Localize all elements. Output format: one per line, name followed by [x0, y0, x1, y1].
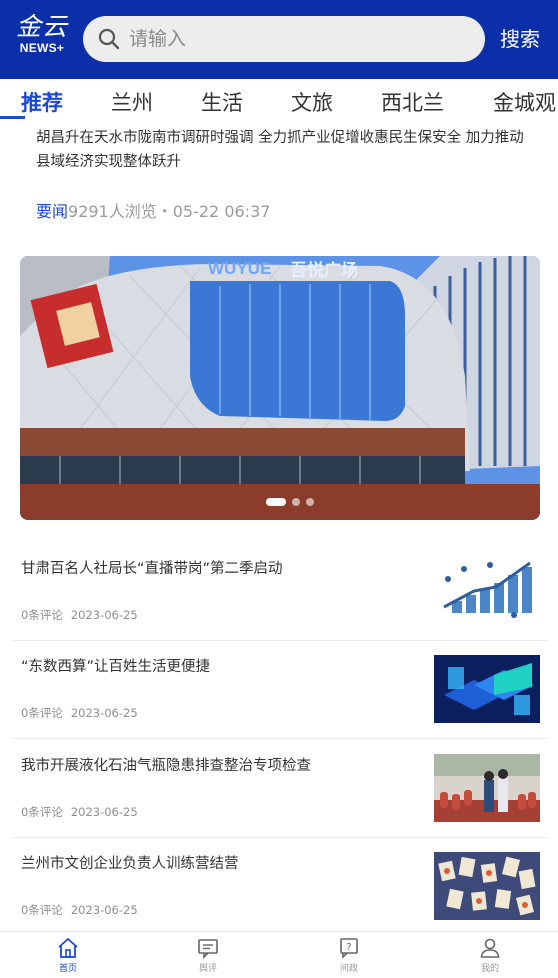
news-date: 2023-06-25: [70, 805, 138, 819]
headline-meta: 要闻9291人浏览・05-22 06:37: [36, 200, 270, 224]
bottom-nav-bar: 首页 舆评 ? 问政 我的: [0, 931, 558, 978]
news-item[interactable]: 兰州市文创企业负责人训练营结营 0条评论 2023-06-25: [12, 838, 548, 936]
news-meta: 0条评论 2023-06-25: [21, 607, 138, 623]
search-button[interactable]: 搜索: [500, 24, 540, 54]
search-bar[interactable]: [83, 16, 485, 62]
tab-culture-travel[interactable]: 文旅: [291, 87, 333, 119]
news-date: 2023-06-25: [70, 706, 138, 720]
carousel-dot[interactable]: [306, 498, 314, 506]
nav-comment[interactable]: 舆评: [168, 936, 248, 978]
home-icon: [58, 938, 78, 958]
nav-inquiry[interactable]: ? 问政: [309, 936, 389, 978]
carousel-dot-active[interactable]: [266, 498, 286, 506]
news-comments: 0条评论: [21, 903, 63, 917]
active-tab-indicator: [0, 116, 25, 119]
news-title: 兰州市文创企业负责人训练营结营: [21, 856, 239, 872]
news-title: 我市开展液化石油气瓶隐患排查整治专项检查: [21, 758, 311, 774]
gas-cylinder-inspection-photo: [434, 754, 540, 822]
carousel-indicator: [266, 498, 314, 506]
news-title: “东数西算”让百姓生活更便捷: [21, 659, 211, 675]
tab-lanzhou[interactable]: 兰州: [111, 87, 153, 119]
question-icon: ?: [340, 938, 358, 959]
nav-profile[interactable]: 我的: [450, 936, 530, 978]
news-item[interactable]: “东数西算”让百姓生活更便捷 0条评论 2023-06-25: [12, 641, 548, 739]
search-input[interactable]: [129, 28, 469, 50]
tab-xibeilan[interactable]: 西北兰: [381, 87, 444, 119]
news-meta: 0条评论 2023-06-25: [21, 705, 138, 721]
news-meta: 0条评论 2023-06-25: [21, 902, 138, 918]
carousel-dot[interactable]: [292, 498, 300, 506]
logo-text: 金云: [15, 12, 68, 41]
news-comments: 0条评论: [21, 608, 63, 622]
headline-tag: 要闻: [36, 202, 69, 221]
nav-inquiry-label: 问政: [339, 964, 358, 974]
headline-views-time: 9291人浏览・05-22 06:37: [68, 202, 271, 221]
logo-subtext: NEWS+: [19, 41, 65, 55]
chat-icon: [198, 939, 218, 959]
nav-comment-label: 舆评: [198, 964, 217, 974]
news-comments: 0条评论: [21, 805, 63, 819]
banner-image: WUYUE 吾悦广场: [20, 256, 540, 520]
search-icon: [98, 28, 120, 50]
nav-profile-label: 我的: [480, 964, 499, 974]
svg-text:WUYUE: WUYUE: [208, 259, 271, 278]
tab-recommend[interactable]: 推荐: [21, 87, 63, 119]
top-header: 金云 NEWS+ 搜索: [0, 0, 558, 79]
news-date: 2023-06-25: [70, 608, 138, 622]
app-logo: 金云 NEWS+: [10, 14, 74, 58]
user-icon: [480, 938, 500, 958]
news-meta: 0条评论 2023-06-25: [21, 804, 138, 820]
cultural-products-photo: [434, 852, 540, 920]
nav-home-label: 首页: [58, 964, 77, 974]
news-item[interactable]: 甘肃百名人社局长“直播带岗”第二季启动 0条评论 2023-06-25: [12, 543, 548, 641]
category-tabs: 推荐 兰州 生活 文旅 西北兰 金城观: [0, 79, 558, 119]
news-title: 甘肃百名人社局长“直播带岗”第二季启动: [21, 561, 283, 577]
headline-title[interactable]: 胡昌升在天水市陇南市调研时强调 全力抓产业促增收惠民生保安全 加力推动县域经济实…: [36, 126, 534, 174]
banner-carousel[interactable]: WUYUE 吾悦广场: [20, 256, 540, 520]
growth-chart-icon: [434, 557, 540, 625]
svg-text:吾悦广场: 吾悦广场: [290, 260, 358, 281]
tab-jinchengguan[interactable]: 金城观: [493, 87, 556, 119]
news-comments: 0条评论: [21, 706, 63, 720]
news-date: 2023-06-25: [70, 903, 138, 917]
app-screen: 金云 NEWS+ 搜索 推荐 兰州 生活 文旅 西北兰 金城观 胡昌升在天水市陇…: [0, 0, 558, 978]
svg-text:?: ?: [346, 942, 351, 953]
tab-life[interactable]: 生活: [201, 87, 243, 119]
news-item[interactable]: 我市开展液化石油气瓶隐患排查整治专项检查 0条评论 2023-06-25: [12, 740, 548, 838]
east-data-west-compute-image: [434, 655, 540, 723]
nav-home[interactable]: 首页: [28, 936, 108, 978]
